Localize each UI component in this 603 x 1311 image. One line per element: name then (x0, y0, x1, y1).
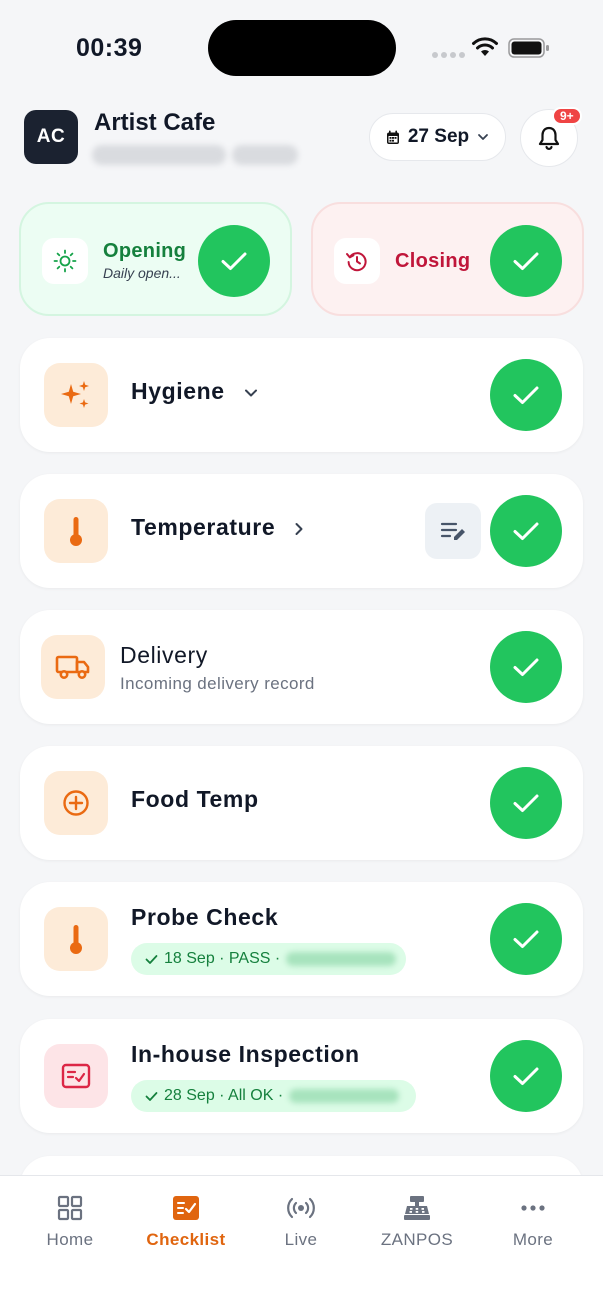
calendar-icon (386, 130, 399, 144)
inspection-complete-check[interactable] (490, 1040, 562, 1112)
temperature-complete-check[interactable] (490, 495, 562, 567)
nav-home[interactable]: Home (15, 1194, 125, 1250)
food-temp-card[interactable]: Food Temp (20, 746, 583, 860)
date-label: 27 Sep (407, 126, 470, 147)
grid-icon (57, 1195, 83, 1221)
check-icon (513, 658, 539, 676)
inspection-status: 28 Sep · All OK · (164, 1087, 284, 1104)
checklist-doc-icon (61, 1063, 91, 1089)
checklist-icon (173, 1196, 199, 1220)
blurred-staff-name (289, 1089, 400, 1103)
thermometer-icon (70, 925, 82, 954)
temperature-title-row: Temperature (131, 514, 304, 541)
check-icon (513, 794, 539, 812)
check-icon (221, 252, 247, 270)
delivery-title: Delivery (120, 642, 208, 668)
avatar[interactable]: AC (24, 110, 78, 164)
hygiene-complete-check[interactable] (490, 359, 562, 431)
check-icon (513, 252, 539, 270)
closing-complete-check[interactable] (490, 225, 562, 297)
probe-check-title: Probe Check (131, 904, 279, 930)
probe-check-complete-check[interactable] (490, 903, 562, 975)
opening-card[interactable]: Opening Daily open... (19, 202, 292, 316)
more-dots-icon (521, 1205, 545, 1211)
temperature-title: Temperature (131, 514, 276, 540)
sun-icon (53, 249, 77, 273)
inspection-status-pill: 28 Sep · All OK · (131, 1080, 416, 1112)
food-temp-icon-box (44, 771, 108, 835)
header: AC Artist Cafe 27 Sep 9+ (0, 105, 603, 175)
status-bar: 00:39 (0, 0, 603, 96)
date-picker-button[interactable]: 27 Sep (369, 113, 506, 161)
probe-check-card[interactable]: Probe Check 18 Sep · PASS · (20, 882, 583, 996)
wifi-icon (472, 37, 498, 56)
thermometer-icon (70, 517, 82, 546)
temperature-card[interactable]: Temperature (20, 474, 583, 588)
nav-more[interactable]: More (478, 1194, 588, 1250)
battery-icon (508, 38, 549, 58)
hygiene-card[interactable]: Hygiene (20, 338, 583, 452)
nav-checklist[interactable]: Checklist (131, 1194, 241, 1250)
blurred-staff-name (286, 952, 397, 966)
hygiene-icon-box (44, 363, 108, 427)
nav-home-label: Home (46, 1230, 94, 1249)
delivery-card[interactable]: Delivery Incoming delivery record (20, 610, 583, 724)
delivery-subtitle: Incoming delivery record (120, 674, 315, 693)
small-check-icon (145, 1091, 158, 1101)
chevron-right-icon[interactable] (294, 522, 304, 536)
check-icon (513, 386, 539, 404)
edit-notes-icon (440, 522, 465, 540)
notification-badge: 9+ (552, 107, 582, 125)
check-icon (513, 1067, 539, 1085)
closing-title: Closing (395, 250, 471, 272)
small-check-icon (145, 954, 158, 964)
food-temp-complete-check[interactable] (490, 767, 562, 839)
opening-icon-box (42, 238, 88, 284)
inspection-card[interactable]: In-house Inspection 28 Sep · All OK · (20, 1019, 583, 1133)
delivery-complete-check[interactable] (490, 631, 562, 703)
history-icon (346, 252, 367, 272)
closing-card[interactable]: Closing (311, 202, 584, 316)
sparkles-icon (61, 381, 89, 408)
status-time: 00:39 (76, 34, 143, 62)
chevron-down-icon[interactable] (244, 388, 258, 398)
broadcast-icon (287, 1197, 315, 1219)
opening-complete-check[interactable] (198, 225, 270, 297)
check-icon (513, 930, 539, 948)
nav-live[interactable]: Live (246, 1194, 356, 1250)
cellular-signal-icon (432, 52, 465, 58)
bell-icon (538, 126, 560, 150)
opening-subtitle: Daily open... (103, 265, 181, 281)
hygiene-title-row: Hygiene (131, 378, 258, 405)
probe-check-status: 18 Sep · PASS · (164, 950, 281, 967)
nav-more-label: More (512, 1230, 554, 1249)
nav-zanpos[interactable]: ZANPOS (362, 1194, 472, 1250)
blurred-code (232, 145, 298, 165)
hygiene-title: Hygiene (131, 378, 225, 404)
probe-check-icon-box (44, 907, 108, 971)
dynamic-island (208, 20, 396, 76)
food-temp-title: Food Temp (131, 786, 259, 812)
inspection-icon-box (44, 1044, 108, 1108)
probe-check-status-pill: 18 Sep · PASS · (131, 943, 406, 975)
chevron-down-icon (478, 134, 489, 140)
cash-register-icon (404, 1196, 430, 1220)
check-icon (513, 522, 539, 540)
truck-icon (55, 655, 90, 679)
delivery-icon-box (41, 635, 105, 699)
cafe-name[interactable]: Artist Cafe (94, 109, 215, 137)
temperature-icon-box (44, 499, 108, 563)
bottom-nav: Home Checklist Live ZANPOS More (0, 1175, 603, 1311)
opening-title: Opening (103, 240, 187, 262)
nav-zanpos-label: ZANPOS (380, 1230, 454, 1249)
nav-live-label: Live (284, 1230, 318, 1249)
blurred-address (92, 145, 226, 165)
plus-circle-icon (63, 790, 89, 816)
closing-icon-box (334, 238, 380, 284)
edit-log-button[interactable] (425, 503, 481, 559)
inspection-title: In-house Inspection (131, 1041, 360, 1067)
nav-checklist-label: Checklist (146, 1230, 226, 1249)
